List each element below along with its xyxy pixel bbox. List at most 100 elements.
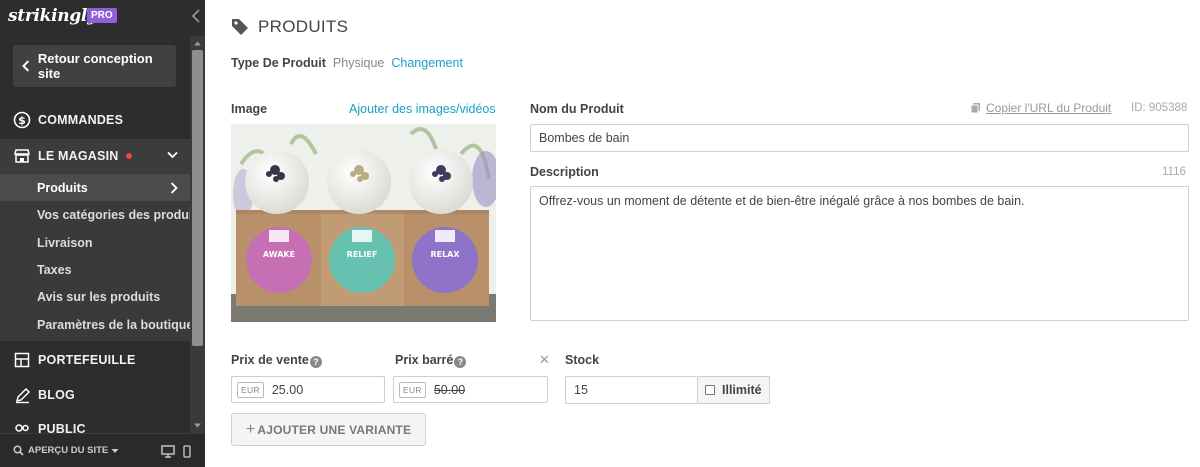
submenu-item-avis[interactable]: Avis sur les produits	[0, 283, 190, 310]
scrollbar-thumb[interactable]	[192, 50, 203, 346]
plus-icon: +	[245, 420, 256, 438]
product-type-label: Type De Produit	[231, 56, 326, 70]
sidebar: strikingly PRO Retour conception site $ …	[0, 0, 205, 467]
sale-price-input[interactable]: EUR 25.00	[231, 376, 385, 403]
unlimited-stock-toggle[interactable]: Illimité	[698, 376, 770, 404]
tag-icon	[232, 19, 248, 35]
help-icon[interactable]: ?	[454, 356, 467, 368]
nav-label: PUBLIC	[38, 422, 86, 433]
chevron-left-icon[interactable]	[191, 9, 201, 23]
currency-badge: EUR	[237, 381, 264, 398]
page-title: PRODUITS	[231, 17, 348, 37]
notification-dot	[126, 153, 133, 159]
copy-url-text: Copier l'URL du Produit	[986, 101, 1112, 115]
submenu-label: Paramètres de la boutique	[37, 317, 190, 332]
submenu-label: Taxes	[37, 262, 72, 277]
unlimited-checkbox[interactable]	[705, 385, 715, 395]
sidebar-scrollbar[interactable]	[190, 36, 205, 433]
description-textarea[interactable]: Offrez-vous un moment de détente et de b…	[530, 186, 1189, 321]
description-label: Description	[530, 165, 599, 179]
submenu-item-taxes[interactable]: Taxes	[0, 256, 190, 283]
svg-text:$: $	[18, 114, 26, 127]
submenu-label: Produits	[37, 180, 88, 195]
awake-label: AWAKE	[263, 250, 295, 259]
strike-price-value: 50.00	[433, 382, 466, 397]
pro-badge: PRO	[87, 8, 117, 23]
magasin-submenu: Produits Vos catégories des produits Liv…	[0, 173, 190, 341]
stock-input[interactable]: 15	[565, 376, 698, 404]
product-name-label: Nom du Produit	[530, 102, 624, 116]
copy-product-url-link[interactable]: Copier l'URL du Produit	[970, 101, 1111, 115]
chevron-right-icon	[170, 182, 178, 194]
nav-item-blog[interactable]: BLOG	[0, 378, 190, 412]
site-preview-dropdown[interactable]: APERÇU DU SITE	[13, 445, 123, 456]
submenu-label: Avis sur les produits	[37, 289, 161, 304]
copy-icon	[970, 103, 980, 114]
submenu-item-parametres[interactable]: Paramètres de la boutique	[0, 311, 190, 338]
product-type-value: Physique	[332, 56, 385, 70]
caret-down-icon	[111, 448, 119, 453]
add-variant-label: AJOUTER UNE VARIANTE	[257, 422, 412, 437]
nav-label: COMMANDES	[38, 113, 124, 127]
sidebar-header: strikingly PRO	[0, 0, 205, 36]
search-icon	[13, 445, 24, 456]
submenu-label: Vos catégories des produits	[37, 207, 190, 222]
nav-label: LE MAGASIN	[38, 149, 119, 163]
description-char-count: 1116	[1162, 166, 1186, 178]
portfolio-icon	[13, 351, 31, 369]
sidebar-footer: APERÇU DU SITE	[0, 433, 205, 467]
nav-item-commandes[interactable]: $ COMMANDES	[0, 103, 190, 137]
nav-item-le-magasin[interactable]: LE MAGASIN	[0, 139, 190, 173]
help-icon[interactable]: ?	[309, 356, 322, 368]
chevron-down-icon	[167, 151, 178, 159]
description-value: Offrez-vous un moment de détente et de b…	[539, 194, 1025, 208]
product-id: ID: 905388	[1131, 102, 1188, 114]
stock-label: Stock	[565, 353, 600, 367]
unlimited-label: Illimité	[722, 383, 762, 397]
sale-price-label: Prix de vente?	[231, 353, 322, 368]
users-icon	[13, 422, 31, 433]
nav-item-public[interactable]: PUBLIC	[0, 413, 190, 433]
page-title-text: PRODUITS	[258, 17, 349, 36]
chevron-left-icon	[22, 60, 30, 72]
store-icon	[13, 147, 31, 165]
submenu-item-produits[interactable]: Produits	[0, 174, 190, 201]
nav-label: BLOG	[38, 388, 75, 402]
submenu-label: Livraison	[37, 235, 93, 250]
preview-label: APERÇU DU SITE	[28, 445, 109, 456]
back-to-site-design-button[interactable]: Retour conception site	[13, 45, 176, 87]
device-toggles	[161, 445, 191, 458]
mobile-icon[interactable]	[183, 445, 191, 458]
close-icon[interactable]: ✕	[539, 352, 550, 368]
product-name-value: Bombes de bain	[539, 131, 630, 145]
main-panel: PRODUITS Type De Produit Physique Change…	[205, 0, 1200, 467]
image-label: Image	[231, 102, 268, 116]
strike-price-input[interactable]: EUR 50.00	[393, 376, 548, 403]
sale-price-value: 25.00	[271, 382, 304, 397]
sale-price-label-text: Prix de vente	[231, 353, 309, 367]
add-variant-button[interactable]: + AJOUTER UNE VARIANTE	[231, 413, 426, 446]
scroll-down-arrow-icon[interactable]	[193, 421, 202, 430]
dollar-circle-icon: $	[13, 111, 31, 129]
submenu-item-categories[interactable]: Vos catégories des produits	[0, 201, 190, 228]
pen-icon	[13, 386, 31, 404]
add-media-link[interactable]: Ajouter des images/vidéos	[349, 102, 496, 116]
change-type-link[interactable]: Changement	[391, 56, 463, 70]
back-button-label: Retour conception site	[37, 51, 153, 81]
product-type-row: Type De Produit Physique Changement	[231, 56, 463, 70]
strike-price-label-text: Prix barré	[395, 353, 454, 367]
nav-item-portefeuille[interactable]: PORTEFEUILLE	[0, 343, 190, 377]
product-image[interactable]: AWAKE RELIEF RELAX	[231, 124, 496, 322]
product-name-input[interactable]: Bombes de bain	[530, 124, 1189, 152]
relief-label: RELIEF	[347, 250, 378, 259]
currency-badge: EUR	[399, 381, 426, 398]
nav-label: PORTEFEUILLE	[38, 353, 136, 367]
bath-bombs-photo: AWAKE RELIEF RELAX	[231, 124, 496, 322]
scroll-up-arrow-icon[interactable]	[193, 39, 202, 48]
stock-value: 15	[574, 383, 588, 397]
strikingly-logo[interactable]: strikingly	[8, 6, 97, 26]
relax-label: RELAX	[430, 250, 460, 259]
desktop-icon[interactable]	[161, 445, 175, 458]
submenu-item-livraison[interactable]: Livraison	[0, 229, 190, 256]
strike-price-label: Prix barré?	[395, 353, 467, 368]
